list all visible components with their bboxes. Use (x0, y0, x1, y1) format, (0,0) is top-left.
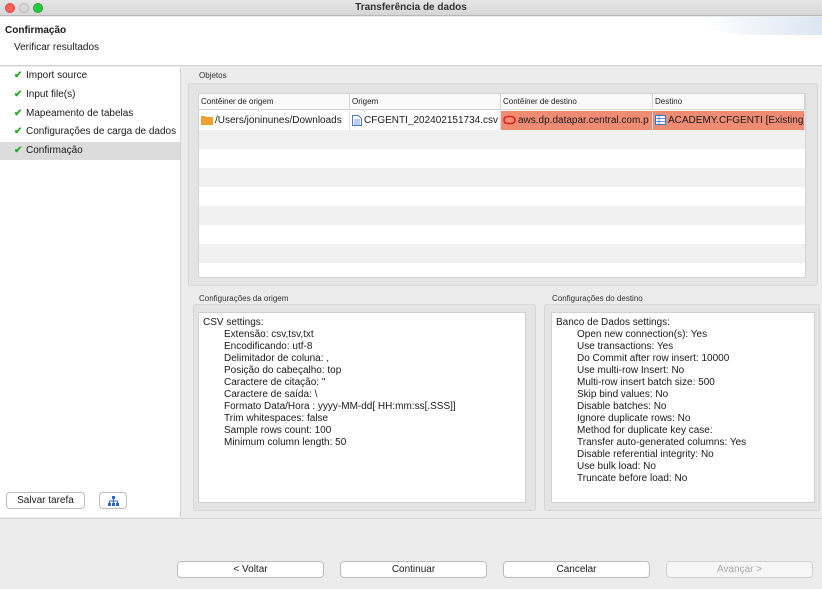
column-header-source[interactable]: Origem (350, 94, 501, 110)
cell-source-container: /Users/joninunes/Downloads (199, 111, 350, 130)
step-label: Input file(s) (26, 89, 76, 100)
page-subtitle: Verificar resultados (14, 42, 100, 53)
table-row (199, 168, 805, 187)
task-config-button[interactable] (99, 492, 127, 509)
source-setting-line: Extensão: csv,tsv,txt (224, 329, 314, 340)
check-icon: ✔ (14, 126, 23, 137)
target-setting-line: Use transactions: Yes (577, 341, 674, 352)
step-load-settings[interactable]: ✔ Configurações de carga de dados (0, 123, 180, 141)
title-bar: Transferência de dados (0, 0, 822, 16)
csv-file-icon (352, 114, 362, 126)
check-icon: ✔ (14, 70, 23, 81)
objects-table[interactable]: Contêiner de origem Origem Contêiner de … (198, 93, 806, 278)
source-setting-line: Minimum column length: 50 (224, 437, 347, 448)
target-container-text: aws.dp.datapar.central.com.p (518, 115, 649, 126)
back-button[interactable]: < Voltar (177, 561, 324, 578)
oracle-db-icon (503, 116, 516, 125)
source-settings-heading: CSV settings: (203, 317, 264, 328)
step-label: Import source (26, 70, 88, 81)
source-settings-label: Configurações da origem (199, 294, 289, 303)
header-decoration (702, 17, 822, 35)
target-setting-line: Truncate before load: No (577, 473, 688, 484)
target-setting-line: Skip bind values: No (577, 389, 669, 400)
page-title: Confirmação (5, 25, 67, 36)
source-setting-line: Sample rows count: 100 (224, 425, 332, 436)
continue-button[interactable]: Continuar (340, 561, 487, 578)
folder-icon (201, 116, 213, 126)
step-input-files[interactable]: ✔ Input file(s) (0, 86, 180, 104)
table-row (199, 225, 805, 244)
page-header: Confirmação Verificar resultados (0, 17, 822, 66)
column-header-target[interactable]: Destino (653, 94, 805, 110)
cancel-button[interactable]: Cancelar (503, 561, 650, 578)
objects-group-label: Objetos (199, 71, 227, 80)
target-setting-line: Disable batches: No (577, 401, 667, 412)
table-header: Contêiner de origem Origem Contêiner de … (199, 94, 805, 110)
table-row[interactable]: /Users/joninunes/Downloads CFGENTI_20240… (199, 111, 805, 130)
hierarchy-icon (107, 496, 119, 506)
table-row (199, 130, 805, 149)
source-text: CFGENTI_202402151734.csv (364, 115, 498, 126)
wizard-footer (0, 518, 822, 589)
target-setting-line: Use multi-row Insert: No (577, 365, 685, 376)
step-label: Mapeamento de tabelas (26, 108, 134, 119)
next-button[interactable]: Avançar > (666, 561, 813, 578)
save-task-button[interactable]: Salvar tarefa (6, 492, 85, 509)
table-row (199, 263, 805, 277)
cell-source: CFGENTI_202402151734.csv (350, 111, 501, 130)
source-setting-line: Formato Data/Hora : yyyy-MM-dd[ HH:mm:ss… (224, 401, 456, 412)
target-setting-line: Ignore duplicate rows: No (577, 413, 691, 424)
table-row (199, 187, 805, 206)
column-header-target-container[interactable]: Contêiner de destino (501, 94, 653, 110)
target-setting-line: Multi-row insert batch size: 500 (577, 377, 715, 388)
table-icon (655, 115, 666, 126)
source-setting-line: Delimitador de coluna: , (224, 353, 330, 364)
cell-target-container: aws.dp.datapar.central.com.p (501, 111, 653, 130)
column-header-source-container[interactable]: Contêiner de origem (199, 94, 350, 110)
source-container-text: /Users/joninunes/Downloads (215, 115, 342, 126)
target-setting-line: Method for duplicate key case: (577, 425, 713, 436)
table-row (199, 244, 805, 263)
step-import-source[interactable]: ✔ Import source (0, 67, 180, 85)
target-setting-line: Disable referential integrity: No (577, 449, 714, 460)
check-icon: ✔ (14, 108, 23, 119)
source-setting-line: Posição do cabeçalho: top (224, 365, 342, 376)
cell-target: ACADEMY.CFGENTI [Existing] (653, 111, 805, 130)
source-settings-text[interactable]: CSV settings: Extensão: csv,tsv,txt Enco… (198, 312, 526, 503)
target-settings-label: Configurações do destino (552, 294, 643, 303)
target-text: ACADEMY.CFGENTI [Existing] (668, 115, 805, 126)
target-settings-heading: Banco de Dados settings: (556, 317, 670, 328)
source-setting-line: Caractere de citação: " (224, 377, 326, 388)
target-setting-line: Open new connection(s): Yes (577, 329, 708, 340)
step-table-mapping[interactable]: ✔ Mapeamento de tabelas (0, 105, 180, 123)
source-setting-line: Trim whitespaces: false (224, 413, 329, 424)
target-setting-line: Use bulk load: No (577, 461, 656, 472)
target-setting-line: Do Commit after row insert: 10000 (577, 353, 730, 364)
check-icon: ✔ (14, 145, 23, 156)
check-icon: ✔ (14, 89, 23, 100)
source-setting-line: Caractere de saída: \ (224, 389, 318, 400)
target-settings-text[interactable]: Banco de Dados settings: Open new connec… (551, 312, 815, 503)
step-label: Confirmação (26, 145, 83, 156)
step-label: Configurações de carga de dados (26, 126, 177, 137)
source-setting-line: Encodificando: utf-8 (224, 341, 313, 352)
step-confirmation[interactable]: ✔ Confirmação (0, 142, 180, 160)
table-row (199, 206, 805, 225)
table-row (199, 149, 805, 168)
target-setting-line: Transfer auto-generated columns: Yes (577, 437, 747, 448)
window-title: Transferência de dados (355, 2, 467, 13)
